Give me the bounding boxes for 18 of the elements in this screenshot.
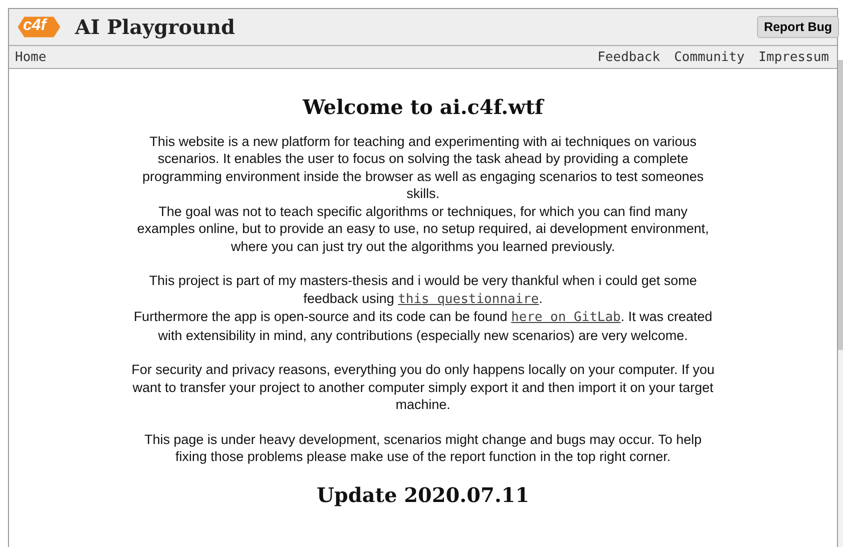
paragraph-text: This project is part of my masters-thesis and i would be very thankful when i could get some feedback using this questionnaire. — [148, 272, 698, 308]
paragraph-text: Furthermore the app is open-source and its code can be found here on GitLab. It was created with extensibility in mind, any contributions (especially new scenarios) are very welcome. — [132, 308, 714, 344]
report-bug-button[interactable]: Report Bug — [756, 16, 839, 38]
paragraph-text: This website is a new platform for teaching and experimenting with ai techniques on various scenarios. It enables the user to focus on solving the task ahead by providing a complete programming environment inside the browser as well as engaging scenarios to test someones skills. — [141, 132, 705, 202]
page-heading: Welcome to ai.c4f.wtf — [302, 99, 544, 116]
inline-link[interactable]: here on GitLab — [511, 310, 621, 325]
paragraph-text: This page is under heavy development, scenarios might change and bugs may occur. To help fixing those problems please make use of the report function in the top right corner. — [143, 430, 703, 466]
nav-link[interactable]: Feedback — [597, 50, 660, 64]
inline-link[interactable]: this questionnaire — [398, 292, 539, 306]
nav-link[interactable]: Community — [674, 50, 745, 64]
app-title: AI Playground — [75, 15, 235, 39]
logo-hexagon-icon — [17, 15, 61, 39]
paragraph-text: For security and privacy reasons, everything you do only happens locally on your computer. If you want to transfer your project to another computer simply export it and then import it on your target machine. — [130, 361, 716, 414]
paragraph-text: The goal was not to teach specific algorithms or techniques, for which you can find many examples online, but to provide an easy to use, no setup required, ai development environment, where you can just try out the algorithms you learned previously. — [136, 202, 710, 255]
nav-link[interactable]: Home — [15, 50, 46, 64]
nav-link[interactable]: Impressum — [758, 50, 829, 64]
logo-text: c4f — [23, 17, 46, 35]
section-heading: Update 2020.07.11 — [316, 486, 530, 504]
